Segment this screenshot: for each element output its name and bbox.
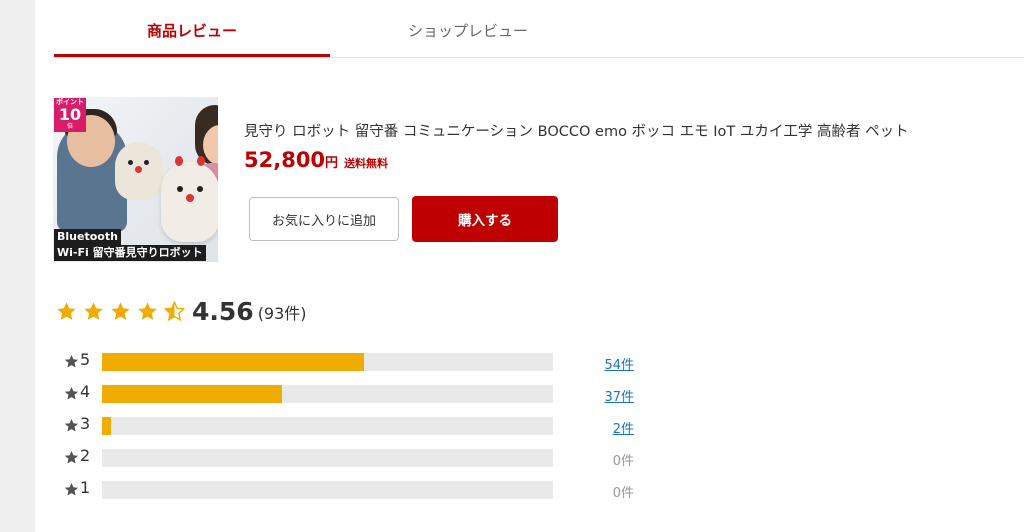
rating-bar-track [102, 417, 553, 435]
star-full-icon [57, 302, 76, 320]
star-full-icon [84, 302, 103, 320]
rating-row-count[interactable]: 2件 [613, 418, 634, 437]
star-icon [64, 354, 79, 368]
star-full-icon [111, 302, 130, 320]
product-title[interactable]: 見守り ロボット 留守番 コミュニケーション BOCCO emo ボッコ エモ … [244, 120, 909, 141]
rating-bar-track [102, 353, 553, 371]
average-rating: 4.56 [192, 297, 254, 326]
robot-large [161, 156, 218, 242]
rating-row-stars: 1 [80, 478, 91, 497]
robot-eye [177, 186, 183, 192]
badge-number: 10 [58, 105, 82, 124]
rating-bar-fill [102, 385, 283, 403]
rating-row-4: 4 37件 [64, 382, 644, 405]
price-row: 52,800円 送料無料 [244, 148, 388, 172]
tab-product-review[interactable]: 商品レビュー [54, 20, 330, 57]
points-badge: ポイント 10 倍 [54, 98, 86, 132]
buy-button[interactable]: 購入する [412, 196, 558, 242]
rating-row-1: 1 0件 [64, 478, 644, 501]
free-shipping-label: 送料無料 [344, 157, 389, 170]
rating-row-stars: 4 [80, 382, 91, 401]
rating-row-count[interactable]: 37件 [604, 386, 634, 405]
star-icon [64, 386, 79, 400]
rating-row-stars: 2 [80, 446, 91, 465]
star-icon [64, 482, 79, 496]
review-tabs: 商品レビュー ショップレビュー [54, 0, 1024, 58]
badge-unit: 倍 [66, 123, 73, 130]
price-value: 52,800 [244, 148, 326, 172]
add-to-favorites-button[interactable]: お気に入りに追加 [249, 197, 399, 241]
rating-summary: 4.56 (93件) [56, 297, 307, 326]
price-unit: 円 [325, 156, 339, 171]
rating-row-5: 5 54件 [64, 350, 644, 373]
image-label-wifi: Wi-Fi 留守番見守りロボット [54, 245, 206, 261]
rating-bar-track [102, 449, 553, 467]
robot-eye [144, 160, 149, 165]
product-image[interactable]: ポイント 10 倍 Bluetooth Wi-Fi 留守番見守りロボット [53, 97, 218, 262]
robot-nose [135, 166, 142, 173]
image-label-bluetooth: Bluetooth [54, 229, 121, 245]
star-half-icon [164, 301, 185, 322]
review-count: (93件) [257, 303, 307, 323]
rating-bar-fill [102, 417, 112, 435]
rating-bar-track [102, 481, 553, 499]
rating-bar-fill [102, 353, 364, 371]
star-icon [64, 418, 79, 432]
rating-row-count: 0件 [612, 486, 634, 501]
rating-row-count[interactable]: 54件 [604, 354, 634, 373]
rating-bar-track [102, 385, 553, 403]
robot-small [115, 142, 163, 200]
robot-nose [186, 194, 194, 202]
rating-row-stars: 3 [80, 414, 91, 433]
rating-row-stars: 5 [80, 350, 91, 369]
rating-row-2: 2 0件 [64, 446, 644, 469]
star-icon [64, 450, 79, 464]
star-full-icon [138, 302, 157, 320]
robot-ear [175, 156, 183, 166]
rating-row-3: 3 2件 [64, 414, 644, 437]
robot-eye [197, 186, 203, 192]
robot-ear [197, 156, 205, 166]
tab-shop-review[interactable]: ショップレビュー [394, 20, 542, 57]
rating-row-count: 0件 [612, 454, 634, 469]
robot-eye [128, 160, 133, 165]
